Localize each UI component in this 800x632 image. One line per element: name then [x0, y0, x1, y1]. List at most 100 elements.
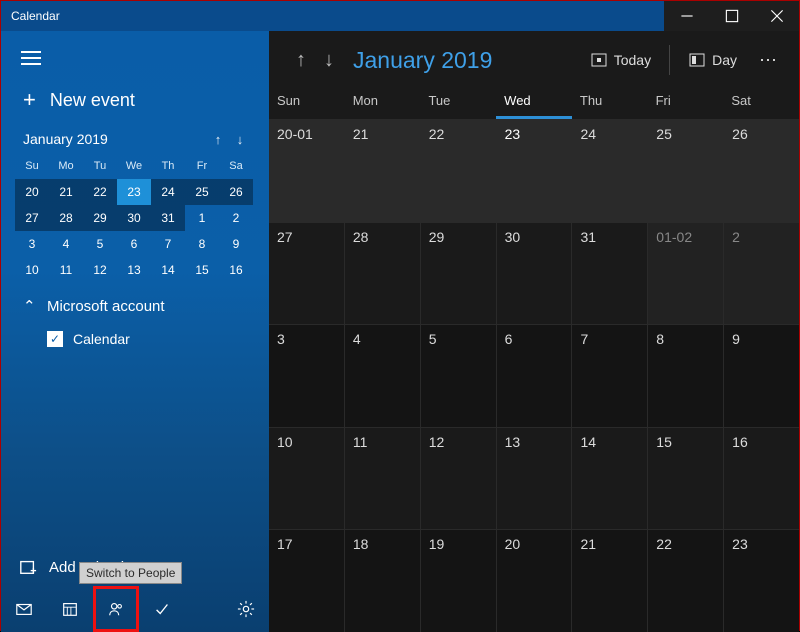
people-icon[interactable] [93, 586, 139, 632]
mini-cal-day[interactable]: 7 [151, 231, 185, 257]
mini-cal-day[interactable]: 13 [117, 257, 151, 283]
calendar-grid: 20-01 21 22 23 24 25 26 27 28 29 30 31 0… [269, 119, 799, 632]
grid-cell-today[interactable]: 23 [497, 120, 573, 222]
grid-cell[interactable]: 21 [345, 120, 421, 222]
grid-cell[interactable]: 27 [269, 223, 345, 325]
mini-cal-day[interactable]: 5 [83, 231, 117, 257]
more-options-icon[interactable]: ⋯ [751, 50, 787, 71]
mini-cal-day[interactable]: 12 [83, 257, 117, 283]
checkbox-checked-icon[interactable]: ✓ [47, 331, 63, 347]
grid-cell[interactable]: 01-02 [648, 223, 724, 325]
view-day-label: Day [712, 52, 737, 68]
mini-cal-day[interactable]: 1 [185, 205, 219, 231]
grid-cell[interactable]: 23 [724, 530, 799, 632]
mail-icon[interactable] [1, 586, 47, 632]
next-arrow-icon[interactable]: ↓ [315, 49, 343, 72]
mini-day-abbr: Sa [219, 153, 253, 179]
mini-cal-day[interactable]: 21 [49, 179, 83, 205]
mini-day-abbr: Tu [83, 153, 117, 179]
mini-cal-day[interactable]: 30 [117, 205, 151, 231]
grid-cell[interactable]: 10 [269, 428, 345, 530]
grid-cell[interactable]: 28 [345, 223, 421, 325]
grid-cell[interactable]: 17 [269, 530, 345, 632]
day-view-icon [688, 51, 706, 69]
mini-cal-day[interactable]: 9 [219, 231, 253, 257]
grid-cell[interactable]: 29 [421, 223, 497, 325]
mini-cal-day[interactable]: 6 [117, 231, 151, 257]
grid-cell[interactable]: 18 [345, 530, 421, 632]
grid-cell[interactable]: 20 [497, 530, 573, 632]
mini-cal-day[interactable]: 16 [219, 257, 253, 283]
grid-cell[interactable]: 12 [421, 428, 497, 530]
grid-cell[interactable]: 9 [724, 325, 799, 427]
grid-cell[interactable]: 24 [572, 120, 648, 222]
app-title: Calendar [1, 9, 664, 23]
calendar-toggle-row[interactable]: ✓ Calendar [23, 325, 247, 353]
grid-cell[interactable]: 31 [572, 223, 648, 325]
mini-cal-day-today[interactable]: 23 [117, 179, 151, 205]
minimize-button[interactable] [664, 1, 709, 31]
grid-cell[interactable]: 3 [269, 325, 345, 427]
grid-cell[interactable]: 8 [648, 325, 724, 427]
mini-cal-day[interactable]: 8 [185, 231, 219, 257]
mini-cal-day[interactable]: 10 [15, 257, 49, 283]
grid-cell[interactable]: 22 [648, 530, 724, 632]
close-button[interactable] [754, 1, 799, 31]
mini-cal-month[interactable]: January 2019 [23, 131, 207, 147]
mini-cal-day[interactable]: 28 [49, 205, 83, 231]
grid-cell[interactable]: 16 [724, 428, 799, 530]
mini-cal-day[interactable]: 11 [49, 257, 83, 283]
grid-cell[interactable]: 14 [572, 428, 648, 530]
grid-cell[interactable]: 5 [421, 325, 497, 427]
mini-day-abbr: Th [151, 153, 185, 179]
grid-cell[interactable]: 19 [421, 530, 497, 632]
grid-cell[interactable]: 6 [497, 325, 573, 427]
calendar-icon[interactable] [47, 586, 93, 632]
mini-cal-day[interactable]: 4 [49, 231, 83, 257]
mini-cal-prev-icon[interactable]: ↑ [207, 132, 229, 147]
hamburger-menu-icon[interactable] [21, 46, 45, 70]
today-button[interactable]: Today [576, 40, 665, 80]
new-event-button[interactable]: + New event [1, 75, 269, 125]
mini-cal-day[interactable]: 2 [219, 205, 253, 231]
grid-cell[interactable]: 7 [572, 325, 648, 427]
grid-cell[interactable]: 15 [648, 428, 724, 530]
mini-cal-day[interactable]: 22 [83, 179, 117, 205]
grid-cell[interactable]: 20-01 [269, 120, 345, 222]
grid-cell[interactable]: 22 [421, 120, 497, 222]
grid-cell[interactable]: 11 [345, 428, 421, 530]
mini-cal-day[interactable]: 20 [15, 179, 49, 205]
grid-cell[interactable]: 21 [572, 530, 648, 632]
day-header: Thu [572, 89, 648, 119]
mini-cal-next-icon[interactable]: ↓ [229, 132, 251, 147]
grid-cell[interactable]: 4 [345, 325, 421, 427]
grid-cell[interactable]: 2 [724, 223, 799, 325]
day-header: Sat [723, 89, 799, 119]
mini-cal-day[interactable]: 15 [185, 257, 219, 283]
mini-cal-day[interactable]: 24 [151, 179, 185, 205]
grid-cell[interactable]: 26 [724, 120, 799, 222]
mini-cal-day[interactable]: 26 [219, 179, 253, 205]
today-icon [590, 51, 608, 69]
divider [669, 45, 670, 75]
grid-cell[interactable]: 25 [648, 120, 724, 222]
header-month[interactable]: January 2019 [353, 47, 576, 74]
mini-cal-day[interactable]: 29 [83, 205, 117, 231]
mini-cal-day[interactable]: 27 [15, 205, 49, 231]
mini-cal-day[interactable]: 25 [185, 179, 219, 205]
chevron-down-icon: ⌃ [23, 297, 37, 315]
todo-icon[interactable] [139, 586, 185, 632]
view-day-button[interactable]: Day [674, 40, 751, 80]
prev-arrow-icon[interactable]: ↑ [287, 49, 315, 72]
mini-day-abbr: Mo [49, 153, 83, 179]
mini-cal-day[interactable]: 14 [151, 257, 185, 283]
grid-cell[interactable]: 13 [497, 428, 573, 530]
maximize-button[interactable] [709, 1, 754, 31]
account-row[interactable]: ⌃ Microsoft account [23, 297, 247, 315]
new-event-label: New event [50, 90, 135, 111]
grid-cell[interactable]: 30 [497, 223, 573, 325]
content-header: ↑ ↓ January 2019 Today Day ⋯ [269, 31, 799, 89]
mini-cal-day[interactable]: 3 [15, 231, 49, 257]
mini-cal-day[interactable]: 31 [151, 205, 185, 231]
settings-gear-icon[interactable] [223, 586, 269, 632]
